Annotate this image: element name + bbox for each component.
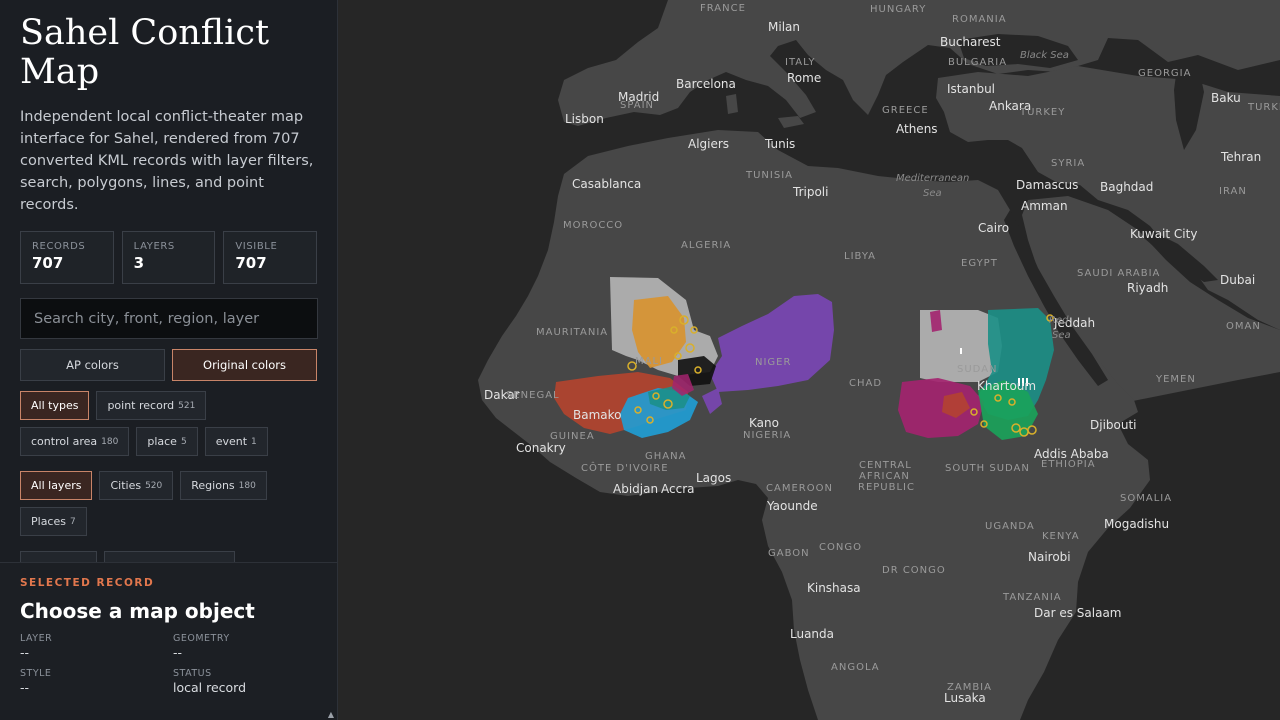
field-label: STYLE bbox=[20, 668, 52, 679]
type-filter-group: All types point record 521 control area 18… bbox=[20, 391, 320, 456]
stat-label: VISIBLE bbox=[235, 241, 278, 252]
field-label: STATUS bbox=[173, 668, 212, 679]
sudan-magenta-spot bbox=[930, 310, 942, 332]
chip-count: 7 bbox=[69, 516, 76, 527]
field-label: LAYER bbox=[20, 633, 53, 644]
layer-filter-group: All layers Cities 520 Regions 180 Places 7 bbox=[20, 471, 320, 536]
field-value: -- bbox=[20, 645, 30, 660]
chip-label: All layers bbox=[31, 479, 82, 492]
type-filter-place[interactable]: place 5 bbox=[136, 427, 198, 456]
stat-value: 707 bbox=[235, 254, 267, 272]
chip-count: 180 bbox=[238, 480, 256, 491]
chip-label: event bbox=[215, 435, 248, 448]
type-filter-event[interactable]: event 1 bbox=[204, 427, 268, 456]
map-canvas[interactable]: FRANCE Milan HUNGARY ROMANIA Bucharest Black … bbox=[338, 0, 1280, 720]
ap-colors-button[interactable]: AP colors bbox=[20, 349, 165, 381]
page-title: Sahel Conflict Map bbox=[20, 13, 270, 92]
stat-value: 3 bbox=[133, 254, 145, 272]
stat-label: LAYERS bbox=[133, 241, 175, 252]
stat-visible: VISIBLE 707 bbox=[223, 231, 318, 284]
chip-count: 1 bbox=[251, 436, 257, 447]
field-geometry: GEOMETRY -- bbox=[173, 633, 313, 660]
field-status: STATUS local record bbox=[173, 668, 313, 695]
type-filter-point-record[interactable]: point record 521 bbox=[96, 391, 207, 420]
chip-label: place bbox=[147, 435, 177, 448]
color-mode-toggle: AP colors Original colors bbox=[20, 349, 317, 381]
chip-count: 520 bbox=[145, 480, 163, 491]
layer-filter-cities[interactable]: Cities 520 bbox=[99, 471, 174, 500]
chip-label: control area bbox=[31, 435, 98, 448]
selected-record-fields: LAYER -- GEOMETRY -- STYLE -- STATUS loc… bbox=[20, 633, 317, 695]
stat-value: 707 bbox=[32, 254, 64, 272]
chip-count: 521 bbox=[178, 400, 196, 411]
scrollbar-up-arrow-icon[interactable]: ▲ bbox=[325, 710, 337, 720]
field-value: -- bbox=[173, 645, 183, 660]
selected-record-title: Choose a map object bbox=[20, 599, 255, 623]
chip-count: 5 bbox=[180, 436, 187, 447]
type-filter-all[interactable]: All types bbox=[20, 391, 90, 420]
chip-label: Regions bbox=[191, 479, 235, 492]
chip-count: 180 bbox=[101, 436, 119, 447]
selected-record-panel: SELECTED RECORD Choose a map object LAYE… bbox=[0, 562, 337, 710]
layer-filter-places[interactable]: Places 7 bbox=[20, 507, 87, 536]
stat-label: RECORDS bbox=[32, 241, 86, 252]
layer-filter-all[interactable]: All layers bbox=[20, 471, 93, 500]
chip-label: All types bbox=[31, 399, 79, 412]
chip-label: Cities bbox=[110, 479, 142, 492]
chip-label: Places bbox=[31, 515, 66, 528]
stat-layers: LAYERS 3 bbox=[121, 231, 216, 284]
field-value: -- bbox=[20, 680, 30, 695]
chip-label: point record bbox=[107, 399, 175, 412]
sidebar: Sahel Conflict Map Independent local con… bbox=[0, 0, 338, 720]
stats-row: RECORDS 707 LAYERS 3 VISIBLE 707 bbox=[20, 231, 318, 284]
page-description: Independent local conflict-theater map i… bbox=[20, 109, 314, 213]
original-colors-button[interactable]: Original colors bbox=[172, 349, 317, 381]
layer-filter-regions[interactable]: Regions 180 bbox=[180, 471, 267, 500]
sudan-overlay bbox=[898, 308, 1054, 440]
field-layer: LAYER -- bbox=[20, 633, 173, 660]
map-svg bbox=[338, 0, 1280, 720]
type-filter-control-area[interactable]: control area 180 bbox=[20, 427, 130, 456]
stat-records: RECORDS 707 bbox=[20, 231, 114, 284]
selected-record-kicker: SELECTED RECORD bbox=[20, 577, 155, 589]
sardinia bbox=[726, 94, 738, 114]
field-style: STYLE -- bbox=[20, 668, 173, 695]
field-value: local record bbox=[173, 680, 247, 695]
search-input[interactable] bbox=[20, 298, 318, 339]
field-label: GEOMETRY bbox=[173, 633, 230, 644]
